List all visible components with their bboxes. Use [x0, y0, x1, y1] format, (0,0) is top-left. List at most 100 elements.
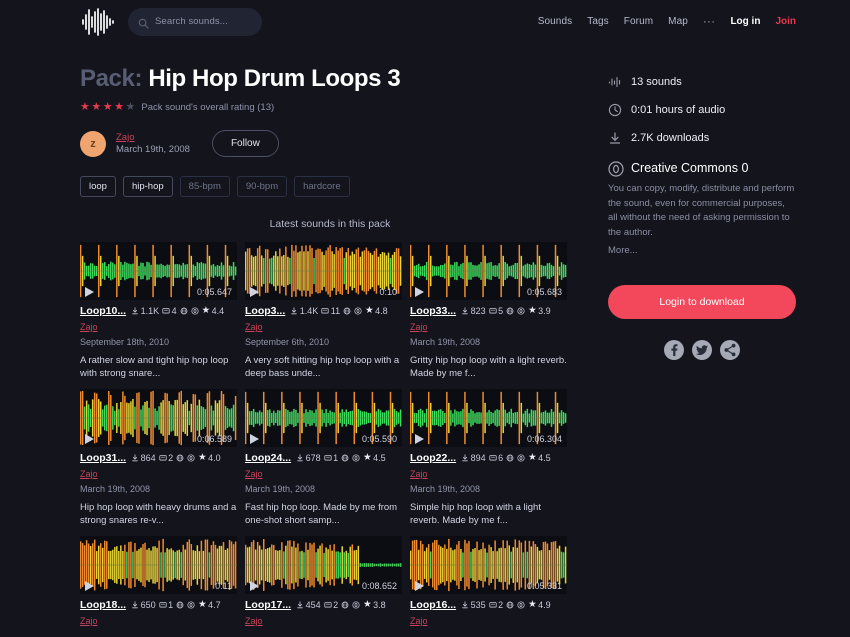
tag-90-bpm[interactable]: 90-bpm — [237, 176, 287, 197]
license-icon — [354, 307, 362, 315]
login-button[interactable]: Log in — [730, 16, 760, 27]
license-icon — [187, 601, 195, 609]
rating-label: Pack sound's overall rating (13) — [141, 102, 274, 113]
nav-item-map[interactable]: Map — [668, 16, 688, 27]
play-icon[interactable] — [250, 287, 259, 297]
sound-waveform[interactable]: 0:10 — [245, 242, 402, 300]
sound-author-link[interactable]: Zajo — [245, 469, 263, 479]
sound-duration: 0:05.331 — [527, 581, 562, 591]
comment-count: 5 — [489, 306, 504, 316]
sound-card: 0:06.304Loop22...8946★4.5ZajoMarch 19th,… — [410, 389, 567, 528]
follow-button[interactable]: Follow — [212, 130, 279, 157]
waveform-logo[interactable] — [80, 8, 116, 36]
page-body: Pack: Hip Hop Drum Loops 3 ★ ★ ★ ★ ★ Pac… — [0, 43, 850, 629]
sound-author-link[interactable]: Zajo — [80, 322, 98, 332]
sound-card: 0:06.589Loop31...8642★4.0ZajoMarch 19th,… — [80, 389, 237, 528]
search-placeholder: Search sounds... — [155, 16, 228, 27]
nav-item-forum[interactable]: Forum — [624, 16, 653, 27]
tag-hardcore[interactable]: hardcore — [294, 176, 350, 197]
main-content: Pack: Hip Hop Drum Loops 3 ★ ★ ★ ★ ★ Pac… — [80, 43, 580, 629]
sound-waveform[interactable]: 0:11 — [80, 536, 237, 594]
sound-title-link[interactable]: Loop3... — [245, 305, 285, 317]
sound-author-link[interactable]: Zajo — [80, 469, 98, 479]
play-icon[interactable] — [415, 287, 424, 297]
sound-title-link[interactable]: Loop10... — [80, 305, 126, 317]
sound-meta-row: Loop33...8235★3.9 — [410, 305, 567, 317]
comment-count: 2 — [159, 453, 174, 463]
sound-rating: ★4.5 — [363, 453, 386, 463]
comment-count: 4 — [162, 306, 177, 316]
sound-waveform[interactable]: 0:06.304 — [410, 389, 567, 447]
play-icon[interactable] — [85, 434, 94, 444]
sound-card: 0:05.647Loop10...1.1K4★4.4ZajoSeptember … — [80, 242, 237, 381]
nav-item-tags[interactable]: Tags — [587, 16, 609, 27]
sound-rating: ★4.5 — [528, 453, 551, 463]
sound-title-link[interactable]: Loop18... — [80, 599, 126, 611]
author-name-link[interactable]: Zajo — [116, 132, 190, 143]
search-input[interactable]: Search sounds... — [128, 8, 262, 36]
play-icon[interactable] — [250, 434, 259, 444]
clock-icon — [608, 103, 622, 117]
avatar[interactable]: z — [80, 131, 106, 157]
license-row: Creative Commons 0 — [608, 161, 796, 175]
license-more-link[interactable]: More... — [608, 245, 796, 256]
sound-waveform[interactable]: 0:05.331 — [410, 536, 567, 594]
tag-loop[interactable]: loop — [80, 176, 116, 197]
nav-links: Sounds Tags Forum Map ··· Log in Join — [538, 16, 796, 27]
star-icon: ★ — [528, 453, 537, 463]
social-share-row — [608, 340, 796, 360]
sidebar: 13 sounds 0:01 hours of audio — [608, 43, 796, 629]
play-icon[interactable] — [85, 287, 94, 297]
join-button[interactable]: Join — [775, 16, 796, 27]
star-icon: ★ — [363, 600, 372, 610]
play-icon[interactable] — [415, 434, 424, 444]
tag-hip-hop[interactable]: hip-hop — [123, 176, 173, 197]
share-icon[interactable] — [720, 340, 740, 360]
sound-author-link[interactable]: Zajo — [80, 616, 98, 626]
license-icon — [352, 454, 360, 462]
play-icon[interactable] — [85, 581, 94, 591]
sound-card: 0:05.590Loop24...6781★4.5ZajoMarch 19th,… — [245, 389, 402, 528]
sound-author-link[interactable]: Zajo — [245, 322, 263, 332]
download-count: 1.4K — [290, 306, 318, 316]
star-icon: ★ — [528, 306, 537, 316]
facebook-icon[interactable] — [664, 340, 684, 360]
license-title: Creative Commons 0 — [631, 161, 748, 175]
login-to-download-button[interactable]: Login to download — [608, 285, 796, 319]
sound-title-link[interactable]: Loop31... — [80, 452, 126, 464]
sound-duration: 0:11 — [215, 581, 232, 591]
license-icon — [517, 307, 525, 315]
star-icon: ★ — [365, 306, 374, 316]
sound-author-link[interactable]: Zajo — [410, 322, 428, 332]
play-icon[interactable] — [415, 581, 424, 591]
sound-title-link[interactable]: Loop17... — [245, 599, 291, 611]
sound-duration: 0:08.652 — [362, 581, 397, 591]
sound-waveform[interactable]: 0:08.652 — [245, 536, 402, 594]
sound-description: Gritty hip hop loop with a light reverb.… — [410, 354, 567, 381]
sound-duration: 0:06.304 — [527, 434, 562, 444]
sound-title-link[interactable]: Loop33... — [410, 305, 456, 317]
sound-date: September 6th, 2010 — [245, 337, 402, 347]
sound-author-link[interactable]: Zajo — [410, 469, 428, 479]
tag-85-bpm[interactable]: 85-bpm — [180, 176, 230, 197]
geotag-icon — [341, 601, 349, 609]
sound-author-link[interactable]: Zajo — [410, 616, 428, 626]
sound-title-link[interactable]: Loop22... — [410, 452, 456, 464]
sound-title-link[interactable]: Loop16... — [410, 599, 456, 611]
sound-waveform[interactable]: 0:06.589 — [80, 389, 237, 447]
sound-waveform[interactable]: 0:05.590 — [245, 389, 402, 447]
rating-stars[interactable]: ★ ★ ★ ★ ★ — [80, 102, 135, 113]
more-menu-icon[interactable]: ··· — [703, 19, 716, 25]
play-icon[interactable] — [250, 581, 259, 591]
sound-title-link[interactable]: Loop24... — [245, 452, 291, 464]
nav-item-sounds[interactable]: Sounds — [538, 16, 573, 27]
sound-author-link[interactable]: Zajo — [245, 616, 263, 626]
license-icon — [517, 454, 525, 462]
geotag-icon — [343, 307, 351, 315]
license-icon — [352, 601, 360, 609]
license-icon — [187, 454, 195, 462]
license-description: You can copy, modify, distribute and per… — [608, 182, 796, 241]
sound-waveform[interactable]: 0:05.647 — [80, 242, 237, 300]
twitter-icon[interactable] — [692, 340, 712, 360]
sound-waveform[interactable]: 0:05.683 — [410, 242, 567, 300]
